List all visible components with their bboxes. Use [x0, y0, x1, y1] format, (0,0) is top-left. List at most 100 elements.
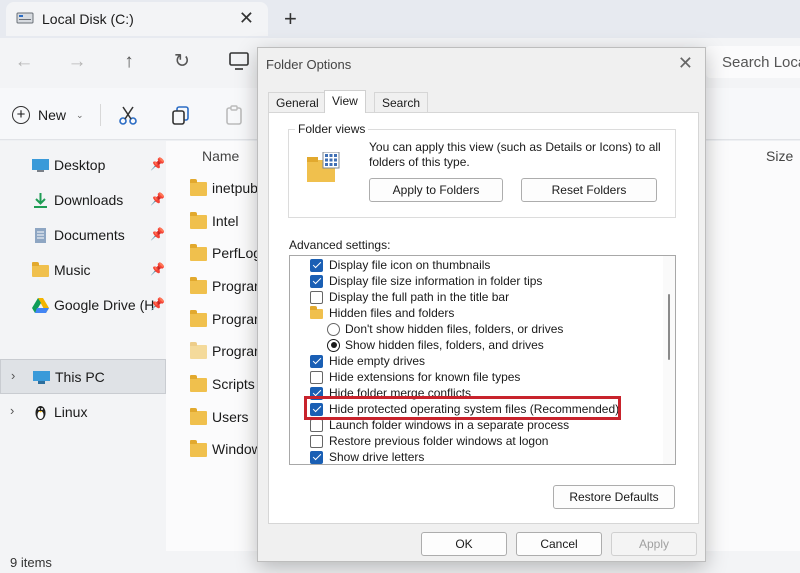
- folder-icon: [190, 310, 207, 327]
- setting-display-file-size[interactable]: Display file size information in folder …: [310, 273, 542, 289]
- column-header-name[interactable]: Name: [202, 148, 239, 164]
- tab-view[interactable]: View: [324, 90, 366, 113]
- drive-icon: [16, 12, 34, 24]
- folder-icon: [32, 262, 49, 277]
- pin-icon[interactable]: 📌: [150, 192, 165, 206]
- cut-icon[interactable]: [117, 104, 139, 126]
- divider: [100, 104, 101, 126]
- ok-button[interactable]: OK: [421, 532, 507, 556]
- download-icon: [34, 193, 47, 208]
- restore-defaults-button[interactable]: Restore Defaults: [553, 485, 675, 509]
- folder-icon: [190, 277, 207, 294]
- checkbox[interactable]: [310, 370, 323, 384]
- setting-restore-folder-windows[interactable]: Restore previous folder windows at logon: [310, 433, 548, 449]
- setting-hide-empty-drives[interactable]: Hide empty drives: [310, 353, 425, 369]
- radio-button[interactable]: [327, 322, 340, 336]
- chevron-right-icon[interactable]: ›: [11, 368, 15, 383]
- folder-icon: [190, 440, 207, 457]
- checkbox[interactable]: [310, 290, 323, 304]
- checkbox[interactable]: [310, 402, 323, 416]
- folder-views-group: Folder views You can apply this view (su…: [288, 122, 676, 218]
- checkbox[interactable]: [310, 386, 323, 400]
- setting-hide-merge-conflicts[interactable]: Hide folder merge conflicts: [310, 385, 471, 401]
- chevron-down-icon: ⌄: [76, 109, 84, 120]
- plus-icon: +: [12, 106, 30, 124]
- pin-icon[interactable]: 📌: [150, 262, 165, 276]
- new-tab-icon[interactable]: +: [284, 6, 297, 32]
- tab-general[interactable]: General: [268, 92, 327, 112]
- tab-bar: Local Disk (C:) ✕ +: [0, 0, 800, 38]
- folder-views-description: You can apply this view (such as Details…: [369, 140, 661, 169]
- refresh-icon[interactable]: ↻: [170, 50, 194, 74]
- setting-hide-extensions[interactable]: Hide extensions for known file types: [310, 369, 520, 385]
- close-icon[interactable]: ✕: [678, 53, 693, 74]
- sidebar-item-linux[interactable]: › Linux: [0, 395, 166, 430]
- checkbox[interactable]: [310, 434, 323, 448]
- checkbox[interactable]: [310, 450, 323, 464]
- forward-arrow-icon[interactable]: →: [65, 50, 89, 74]
- sidebar-item-google-drive[interactable]: Google Drive (H 📌: [0, 288, 166, 323]
- folder-icon: [190, 244, 207, 261]
- sidebar-item-desktop[interactable]: Desktop 📌: [0, 148, 166, 183]
- checkbox[interactable]: [310, 274, 323, 288]
- navigation-pane: Desktop 📌 Downloads 📌 Documents 📌 Music …: [0, 141, 166, 551]
- sidebar-item-downloads[interactable]: Downloads 📌: [0, 183, 166, 218]
- advanced-settings-label: Advanced settings:: [289, 238, 391, 252]
- setting-dont-show-hidden[interactable]: Don't show hidden files, folders, or dri…: [327, 321, 563, 337]
- view-tab-panel: Folder views You can apply this view (su…: [268, 112, 699, 524]
- scrollbar-thumb[interactable]: [668, 294, 670, 360]
- pc-icon: [33, 371, 50, 384]
- folder-views-legend: Folder views: [295, 122, 369, 136]
- pin-icon[interactable]: 📌: [150, 157, 165, 171]
- new-button[interactable]: + New ⌄: [12, 104, 84, 126]
- linux-icon: [35, 406, 46, 420]
- tab-title: Local Disk (C:): [42, 11, 134, 27]
- column-header-size[interactable]: Size: [766, 148, 793, 164]
- chevron-right-icon[interactable]: ›: [10, 403, 14, 418]
- copy-icon[interactable]: [170, 104, 192, 126]
- folder-icon: [310, 306, 323, 319]
- setting-show-hidden[interactable]: Show hidden files, folders, and drives: [327, 337, 544, 353]
- setting-display-file-icon[interactable]: Display file icon on thumbnails: [310, 257, 490, 273]
- google-drive-icon: [32, 298, 49, 313]
- folder-icon: [190, 179, 207, 196]
- close-tab-icon[interactable]: ✕: [239, 8, 254, 29]
- advanced-settings-list[interactable]: Display file icon on thumbnails Display …: [289, 255, 676, 465]
- monitor-icon[interactable]: [228, 51, 250, 71]
- folder-icon: [190, 408, 207, 425]
- checkbox[interactable]: [310, 258, 323, 272]
- checkbox[interactable]: [310, 418, 323, 432]
- folder-icon: [190, 212, 207, 229]
- checkbox[interactable]: [310, 354, 323, 368]
- setting-hide-protected-os-files[interactable]: Hide protected operating system files (R…: [310, 401, 619, 417]
- folder-icon: [190, 375, 207, 392]
- up-arrow-icon[interactable]: ↑: [117, 50, 141, 74]
- paste-icon[interactable]: [223, 104, 245, 126]
- back-arrow-icon[interactable]: ←: [12, 50, 36, 74]
- desktop-icon: [32, 159, 49, 172]
- pin-icon[interactable]: 📌: [150, 297, 165, 311]
- folder-view-icon: [307, 152, 340, 182]
- sidebar-item-this-pc[interactable]: › This PC: [0, 359, 166, 394]
- setting-hidden-files-group: Hidden files and folders: [310, 305, 454, 321]
- apply-to-folders-button[interactable]: Apply to Folders: [369, 178, 503, 202]
- dialog-title: Folder Options: [266, 57, 352, 72]
- item-count: 9 items: [10, 555, 52, 570]
- tab-local-disk[interactable]: Local Disk (C:) ✕: [6, 2, 268, 36]
- setting-launch-separate-process[interactable]: Launch folder windows in a separate proc…: [310, 417, 569, 433]
- pin-icon[interactable]: 📌: [150, 227, 165, 241]
- tab-search[interactable]: Search: [374, 92, 429, 112]
- radio-button[interactable]: [327, 338, 340, 352]
- search-input[interactable]: Search Loca: [706, 46, 800, 78]
- apply-button[interactable]: Apply: [611, 532, 697, 556]
- setting-show-drive-letters[interactable]: Show drive letters: [310, 449, 424, 464]
- scrollbar[interactable]: [663, 256, 675, 464]
- setting-display-full-path[interactable]: Display the full path in the title bar: [310, 289, 509, 305]
- document-icon: [35, 228, 46, 243]
- cancel-button[interactable]: Cancel: [516, 532, 602, 556]
- sidebar-item-music[interactable]: Music 📌: [0, 253, 166, 288]
- folder-icon: [190, 342, 207, 359]
- reset-folders-button[interactable]: Reset Folders: [521, 178, 657, 202]
- folder-options-dialog: Folder Options ✕ General View Search Fol…: [257, 47, 706, 562]
- sidebar-item-documents[interactable]: Documents 📌: [0, 218, 166, 253]
